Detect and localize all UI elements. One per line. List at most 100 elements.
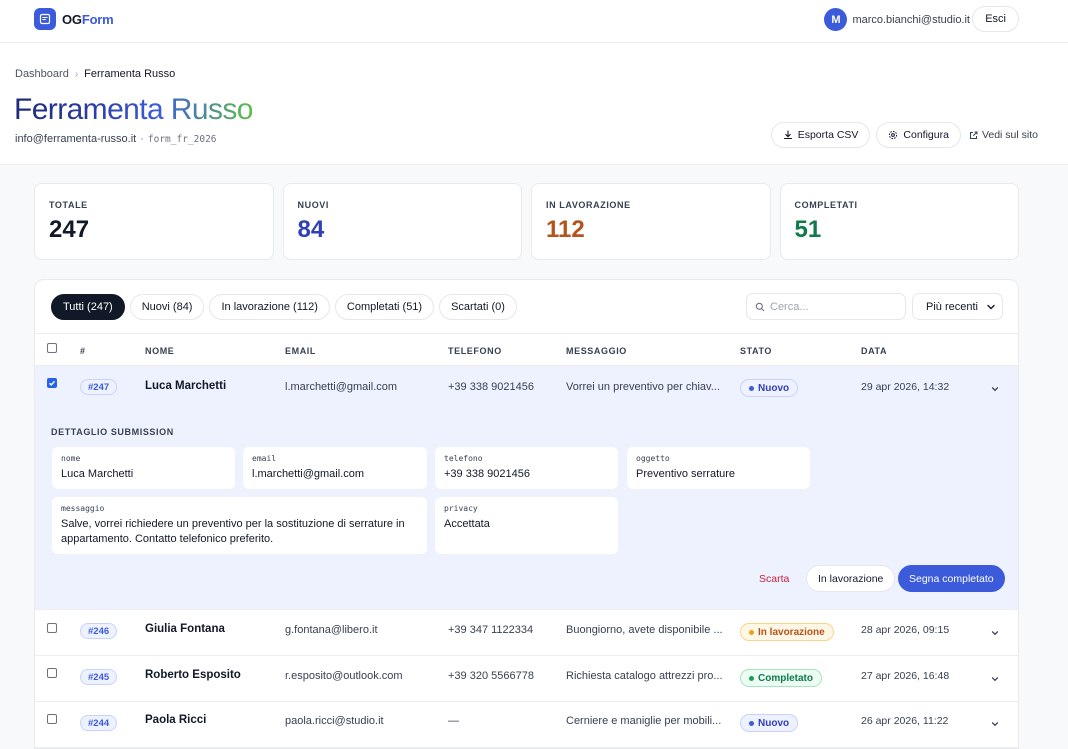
page-title: Ferramenta Russo	[14, 93, 253, 126]
tab-completed[interactable]: Completati (51)	[334, 294, 435, 320]
stat-value: 51	[794, 216, 822, 243]
sort-select[interactable]: Più recenti	[912, 293, 1003, 320]
detail-title: DETTAGLIO SUBMISSION	[51, 427, 174, 437]
tab-discarded[interactable]: Scartati (0)	[439, 294, 517, 320]
status-label: In lavorazione	[758, 626, 825, 638]
external-link-icon	[969, 131, 978, 139]
detail-field-privacy: privacy Accettata	[435, 497, 618, 554]
view-site-link[interactable]: Vedi sul sito	[969, 129, 1038, 141]
gear-icon	[889, 130, 898, 140]
table-row-expanded[interactable]: #247 Luca Marchetti l.marchetti@gmail.co…	[35, 366, 1018, 610]
table-row[interactable]: #246 Giulia Fontana g.fontana@libero.it …	[35, 610, 1018, 656]
breadcrumb-dashboard[interactable]: Dashboard	[15, 68, 69, 80]
status-dot	[749, 385, 754, 391]
chevron-down-icon[interactable]	[990, 384, 1000, 394]
row-email: g.fontana@libero.it	[285, 624, 378, 636]
app-name: OGForm	[62, 11, 114, 27]
check-icon	[49, 380, 56, 386]
configure-button[interactable]: Configura	[876, 122, 961, 148]
mark-in-progress-button[interactable]: In lavorazione	[806, 565, 896, 592]
breadcrumb: Dashboard › Ferramenta Russo	[15, 68, 175, 80]
row-checkbox[interactable]	[47, 378, 57, 388]
field-value: Salve, vorrei richiedere un preventivo p…	[61, 518, 405, 545]
row-email: r.esposito@outlook.com	[285, 670, 403, 682]
status-badge: Nuovo	[740, 379, 799, 397]
avatar: M	[824, 8, 848, 31]
field-value: Accettata	[444, 518, 490, 530]
stat-value: 247	[49, 216, 90, 243]
row-date: 27 apr 2026, 16:48	[861, 670, 950, 682]
column-id: #	[80, 346, 86, 356]
field-value: Luca Marchetti	[61, 468, 134, 480]
column-name[interactable]: NOME	[145, 346, 174, 356]
mark-completed-button[interactable]: Segna completato	[898, 565, 1005, 592]
row-email: paola.ricci@studio.it	[285, 715, 384, 727]
field-key: privacy	[444, 504, 478, 513]
search-input[interactable]	[770, 300, 890, 313]
column-date[interactable]: DATA	[861, 346, 887, 356]
page-header: Dashboard › Ferramenta Russo Ferramenta …	[0, 43, 1068, 165]
row-name: Paola Ricci	[145, 714, 207, 726]
row-checkbox[interactable]	[47, 714, 57, 724]
row-message: Richiesta catalogo attrezzi pro...	[566, 670, 723, 682]
column-status[interactable]: STATO	[740, 346, 772, 356]
contact-email: info@ferramenta-russo.it	[15, 133, 137, 145]
stat-label: IN LAVORAZIONE	[546, 200, 631, 210]
select-all-checkbox[interactable]	[47, 343, 57, 353]
discard-button[interactable]: Scarta	[759, 573, 789, 585]
tab-all[interactable]: Tutti (247)	[51, 294, 125, 320]
stat-value: 84	[297, 216, 325, 243]
submission-id: #245	[80, 669, 118, 685]
status-label: Nuovo	[758, 717, 790, 729]
column-email[interactable]: EMAIL	[285, 346, 316, 356]
table-row[interactable]: #244 Paola Ricci paola.ricci@studio.it —…	[35, 702, 1018, 748]
column-message[interactable]: MESSAGGIO	[566, 346, 627, 356]
row-date: 28 apr 2026, 09:15	[861, 624, 950, 636]
chevron-down-icon[interactable]	[990, 628, 1000, 638]
filter-tabs: Tutti (247) Nuovi (84) In lavorazione (1…	[51, 294, 517, 320]
page-subtitle: info@ferramenta-russo.it · form_fr_2026	[15, 133, 217, 145]
row-message: Vorrei un preventivo per chiav...	[566, 381, 720, 393]
search-box[interactable]	[746, 293, 906, 320]
field-key: oggetto	[636, 454, 670, 463]
stat-in-progress: IN LAVORAZIONE 112	[531, 183, 771, 260]
row-phone: +39 347 1122334	[448, 624, 534, 636]
logout-button[interactable]: Esci	[972, 6, 1019, 32]
separator: ·	[140, 133, 144, 145]
app-logo[interactable]: OGForm	[34, 8, 114, 30]
status-label: Nuovo	[758, 382, 790, 394]
column-phone[interactable]: TELEFONO	[448, 346, 502, 356]
user-email: marco.bianchi@studio.it	[852, 13, 970, 26]
row-phone: +39 320 5566778	[448, 670, 534, 682]
submission-id: #244	[80, 715, 118, 731]
chevron-down-icon[interactable]	[990, 674, 1000, 684]
download-icon	[783, 130, 792, 140]
row-name: Roberto Esposito	[145, 669, 241, 681]
stat-completed: COMPLETATI 51	[779, 183, 1019, 260]
stat-label: COMPLETATI	[794, 200, 858, 210]
row-date: 26 apr 2026, 11:22	[861, 715, 949, 727]
chevron-down-icon	[987, 304, 995, 309]
status-badge: In lavorazione	[740, 623, 834, 641]
row-checkbox[interactable]	[47, 623, 57, 633]
form-icon	[34, 8, 56, 30]
table-row[interactable]: #245 Roberto Esposito r.esposito@outlook…	[35, 656, 1018, 702]
top-bar: OGForm M marco.bianchi@studio.it Esci	[0, 0, 1068, 43]
export-csv-label: Esporta CSV	[797, 129, 859, 141]
chevron-down-icon[interactable]	[990, 719, 1000, 729]
status-dot	[749, 675, 754, 681]
form-code: form_fr_2026	[147, 133, 217, 145]
row-date: 29 apr 2026, 14:32	[861, 381, 950, 393]
header-actions: Esporta CSV Configura Vedi sul sito	[765, 122, 1038, 148]
status-dot	[749, 629, 754, 635]
export-csv-button[interactable]: Esporta CSV	[770, 122, 871, 148]
row-checkbox[interactable]	[47, 668, 57, 678]
breadcrumb-current: Ferramenta Russo	[84, 68, 176, 80]
stats-row: TOTALE 247 NUOVI 84 IN LAVORAZIONE 112 C…	[34, 183, 1019, 260]
tab-new[interactable]: Nuovi (84)	[129, 294, 205, 320]
tab-in-progress[interactable]: In lavorazione (112)	[209, 294, 330, 320]
row-name: Luca Marchetti	[145, 380, 227, 392]
view-site-label: Vedi sul sito	[981, 129, 1038, 141]
chevron-right-icon: ›	[74, 68, 79, 80]
user-menu[interactable]: M marco.bianchi@studio.it	[824, 8, 970, 31]
